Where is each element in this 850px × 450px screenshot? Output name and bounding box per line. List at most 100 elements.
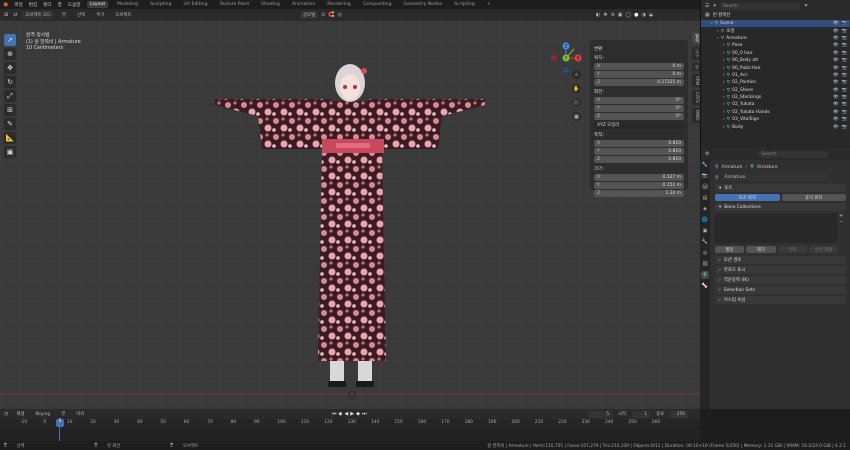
- expand-arrow-icon[interactable]: ›: [723, 73, 725, 78]
- proportional-edit-icon[interactable]: ◎: [338, 12, 342, 18]
- rotate-tool-icon[interactable]: ↻: [4, 76, 16, 88]
- menu-file[interactable]: 파일: [14, 2, 22, 8]
- outliner-row[interactable]: › ▽ 00_Body alt 👁 📷: [701, 57, 850, 64]
- menu-help[interactable]: 도움말: [68, 2, 81, 8]
- inverse-kinematics-header[interactable]: › 역운동학 (IK): [715, 276, 846, 284]
- overlay-toggle-icon[interactable]: ⊚: [611, 12, 615, 18]
- scene-tab-icon[interactable]: ◈: [701, 205, 709, 213]
- outliner-row[interactable]: › ▽ 01_Acc 👁 📷: [701, 72, 850, 79]
- rest-position-button[interactable]: 휴식 위치: [781, 194, 846, 201]
- expand-arrow-icon[interactable]: ›: [723, 117, 725, 122]
- transform-tools-icon[interactable]: ⇄: [13, 12, 17, 18]
- display-mode-icon[interactable]: ▾: [713, 3, 716, 9]
- expand-arrow-icon[interactable]: ›: [723, 88, 725, 93]
- filter-icon[interactable]: ⏷: [804, 3, 808, 9]
- render-camera-icon[interactable]: 📷: [842, 66, 847, 71]
- expand-arrow-icon[interactable]: ›: [723, 58, 725, 63]
- expand-arrow-icon[interactable]: ›: [723, 80, 725, 85]
- play-icon[interactable]: ▶: [350, 411, 354, 417]
- render-camera-icon[interactable]: 📷: [842, 117, 847, 122]
- viewport-display-header[interactable]: › 뷰포트 표시: [715, 266, 846, 274]
- visibility-eye-icon[interactable]: 👁: [833, 36, 839, 41]
- timeline[interactable]: -10 0 10 20 30 40 50 60 70 80 90 100 110 120 130 140 150…: [0, 419, 700, 441]
- location-z-field[interactable]: Z 0.27225 m: [594, 79, 684, 86]
- rotation-y-field[interactable]: Y 0°: [594, 105, 684, 112]
- visibility-eye-icon[interactable]: 👁: [833, 125, 839, 130]
- jump-start-icon[interactable]: ⏮: [332, 411, 337, 417]
- tab-mmd[interactable]: MMD: [692, 108, 700, 123]
- outliner-row[interactable]: › ▽ Body 👁 📷: [701, 123, 850, 130]
- tab-tool[interactable]: 도구: [692, 47, 700, 60]
- outliner-row[interactable]: › ▽ 02_Yukata 👁 📷: [701, 101, 850, 108]
- view-layer-tab-icon[interactable]: ▤: [701, 194, 709, 202]
- mode-selector[interactable]: 오브젝트 모드: [22, 11, 55, 19]
- remove-collection-icon[interactable]: −: [839, 219, 846, 225]
- transform-orientation-selector[interactable]: 글로벌: [300, 11, 319, 19]
- tab-texture-paint[interactable]: Texture Paint: [216, 1, 252, 8]
- outliner-row[interactable]: › ▽ Pose 👁 📷: [701, 42, 850, 49]
- menu-keying[interactable]: Keying: [32, 411, 53, 418]
- render-camera-icon[interactable]: 📷: [842, 73, 847, 78]
- menu-marker[interactable]: 마커: [73, 410, 87, 418]
- scale-z-field[interactable]: Z 0.810: [594, 156, 684, 163]
- outliner-row[interactable]: › ▽ Scene 👁 📷: [701, 20, 850, 28]
- pan-hand-icon[interactable]: ✋: [572, 84, 581, 93]
- visibility-eye-icon[interactable]: 👁: [833, 88, 839, 93]
- expand-arrow-icon[interactable]: ›: [723, 51, 725, 56]
- end-frame-field[interactable]: 250: [670, 410, 689, 418]
- expand-arrow-icon[interactable]: ›: [723, 110, 725, 115]
- selection-sets-header[interactable]: › Selection Sets: [715, 286, 846, 294]
- render-camera-icon[interactable]: 📷: [842, 36, 847, 41]
- tab-modeling[interactable]: Modeling: [114, 1, 141, 8]
- xray-icon[interactable]: ▣: [618, 12, 623, 18]
- editor-type-icon[interactable]: ⊞: [4, 12, 8, 18]
- visibility-eye-icon[interactable]: 👁: [833, 73, 839, 78]
- jump-end-icon[interactable]: ⏭: [362, 411, 367, 417]
- physics-tab-icon[interactable]: ◎: [701, 249, 709, 257]
- expand-arrow-icon[interactable]: ›: [723, 125, 725, 130]
- transform-tool-icon[interactable]: ⊞: [4, 104, 16, 116]
- outliner-row[interactable]: › ▽ 00_PubicHair 👁 📷: [701, 64, 850, 71]
- scale-y-field[interactable]: Y 0.810: [594, 148, 684, 155]
- camera-view-icon[interactable]: 🎥: [572, 98, 581, 107]
- armature-name-field[interactable]: Armature: [721, 174, 828, 181]
- visibility-icon[interactable]: ◐: [596, 12, 600, 18]
- outliner-row[interactable]: › ▽ 조명 👁 📷: [701, 27, 850, 35]
- prev-keyframe-icon[interactable]: ◆: [339, 411, 343, 417]
- pose-panel-header[interactable]: ▾ 포즈: [715, 184, 846, 192]
- transform-header[interactable]: 변환: [594, 46, 684, 52]
- current-frame-field[interactable]: 5: [588, 410, 612, 418]
- tab-vrm[interactable]: VRM: [692, 73, 700, 88]
- visibility-eye-icon[interactable]: 👁: [833, 21, 839, 26]
- render-camera-icon[interactable]: 📷: [842, 21, 847, 26]
- expand-arrow-icon[interactable]: ›: [723, 95, 725, 100]
- outliner-row[interactable]: › ▽ 02_Shoes 👁 📷: [701, 87, 850, 94]
- playhead[interactable]: 5: [56, 419, 64, 427]
- expand-arrow-icon[interactable]: ›: [723, 43, 725, 48]
- rotation-x-field[interactable]: X 0°: [594, 97, 684, 104]
- tab-scripting[interactable]: Scripting: [451, 1, 477, 8]
- dimension-x-field[interactable]: X 0.127 m: [594, 174, 684, 181]
- location-x-field[interactable]: X0 m: [594, 63, 684, 70]
- render-camera-icon[interactable]: 📷: [842, 51, 847, 56]
- pivot-icon[interactable]: ⊙: [321, 12, 325, 18]
- dimension-z-field[interactable]: Z 1.34 m: [594, 190, 684, 197]
- outliner-editor-icon[interactable]: ☰: [705, 3, 709, 9]
- tab-shading[interactable]: Shading: [258, 1, 283, 8]
- select-tool-icon[interactable]: ➚: [4, 34, 16, 46]
- annotate-tool-icon[interactable]: ✎: [4, 118, 16, 130]
- menu-edit[interactable]: 편집: [29, 2, 37, 8]
- visibility-eye-icon[interactable]: 👁: [833, 117, 839, 122]
- visibility-eye-icon[interactable]: 👁: [833, 80, 839, 85]
- shading-rendered-icon[interactable]: ◒: [649, 12, 653, 18]
- menu-render[interactable]: 렌더: [43, 2, 51, 8]
- constraint-tab-icon[interactable]: ⛓: [701, 260, 709, 268]
- outliner-row[interactable]: › ▽ 02_Panties 👁 📷: [701, 79, 850, 86]
- tab-sculpting[interactable]: Sculpting: [147, 1, 174, 8]
- render-camera-icon[interactable]: 📷: [842, 125, 847, 130]
- custom-properties-header[interactable]: › 커스텀 속성: [715, 296, 846, 304]
- pose-position-button[interactable]: 포즈 위치: [715, 194, 780, 201]
- bone-collections-list[interactable]: [715, 213, 837, 243]
- blender-logo-icon[interactable]: ◉: [3, 1, 8, 8]
- start-frame-field[interactable]: 1: [632, 410, 651, 418]
